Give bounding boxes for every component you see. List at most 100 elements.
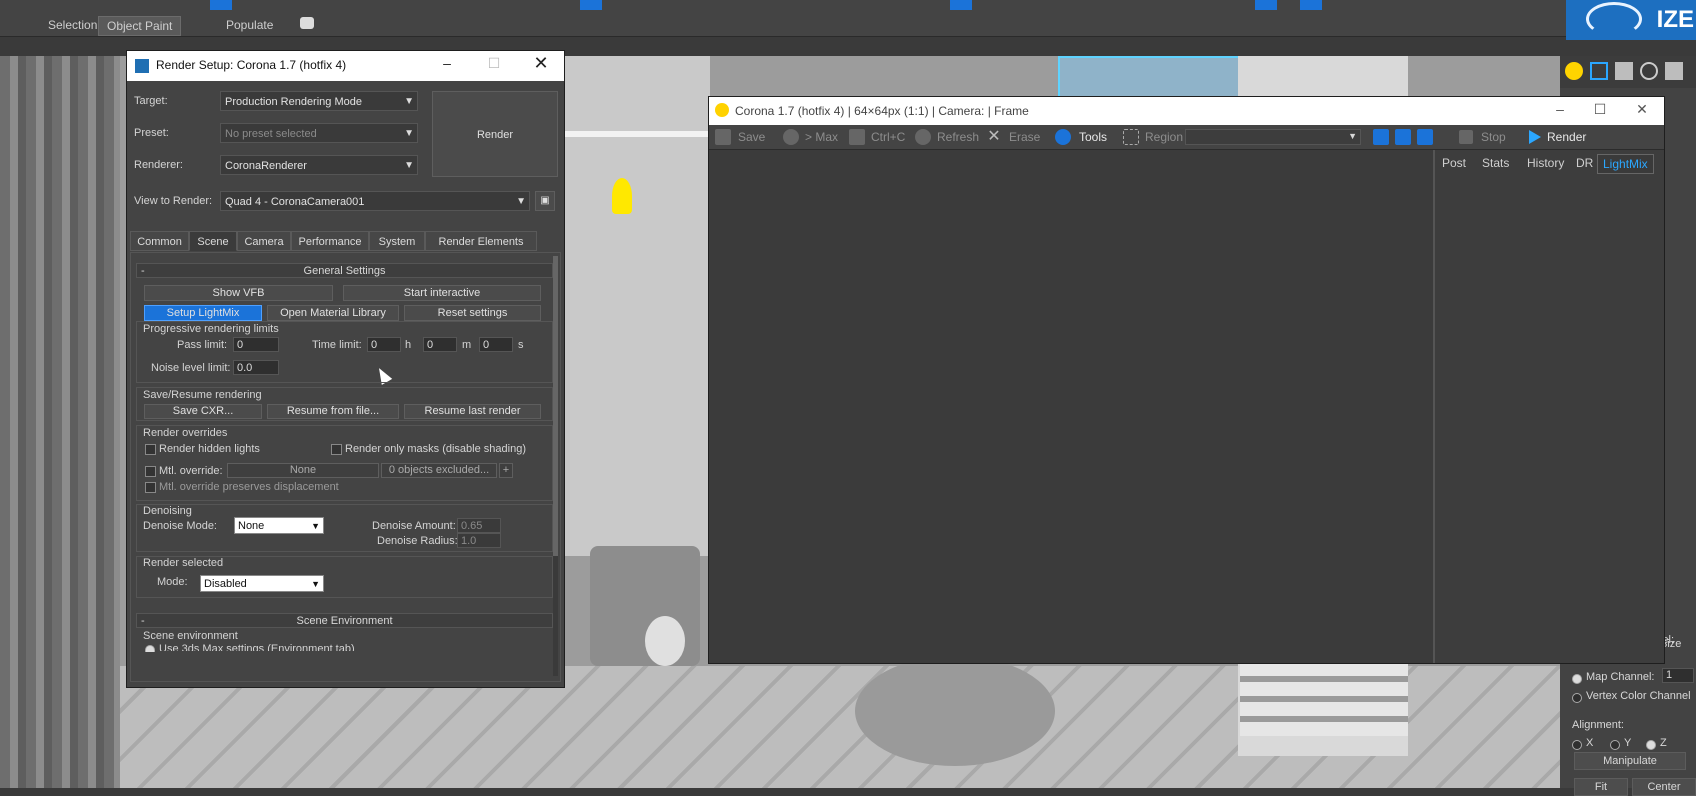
vfb-save-button[interactable]: Save — [738, 129, 765, 145]
target-select[interactable]: Production Rendering Mode ▼ — [220, 91, 418, 111]
vfb-titlebar[interactable]: Corona 1.7 (hotfix 4) | 64×64px (1:1) | … — [709, 97, 1664, 125]
vfb-stop-button[interactable]: Stop — [1481, 129, 1506, 145]
vfb-to-max-button[interactable]: > Max — [805, 129, 838, 145]
tab-system[interactable]: System — [369, 231, 425, 251]
vfb-render-canvas[interactable] — [709, 150, 1435, 663]
zoom-in-icon[interactable] — [1373, 129, 1389, 145]
noise-limit-input[interactable]: 0.0 — [233, 360, 279, 375]
vfb-tool-icon[interactable] — [1300, 0, 1322, 10]
minimize-icon[interactable]: – — [432, 55, 462, 71]
vfb-refresh-button[interactable]: Refresh — [937, 129, 979, 145]
save-cxr-button[interactable]: Save CXR... — [144, 404, 262, 419]
tab-camera[interactable]: Camera — [237, 231, 291, 251]
zoom-fit-icon[interactable] — [1417, 129, 1433, 145]
light-icon[interactable] — [1565, 62, 1583, 80]
vertex-color-radio[interactable] — [1572, 693, 1582, 703]
stop-icon — [1459, 130, 1473, 144]
vfb-tab-dr[interactable]: DR — [1571, 154, 1598, 172]
denoise-mode-label: Denoise Mode: — [143, 520, 217, 532]
preset-select[interactable]: No preset selected ▼ — [220, 123, 418, 143]
resume-last-button[interactable]: Resume last render — [404, 404, 541, 419]
pass-limit-input[interactable]: 0 — [233, 337, 279, 352]
tools-gear-icon — [1055, 129, 1071, 145]
ribbon-tab-populate[interactable]: Populate — [218, 16, 281, 34]
vfb-copy-button[interactable]: Ctrl+C — [871, 129, 905, 145]
ribbon-tab-object-paint[interactable]: Object Paint — [98, 16, 182, 36]
brand-logo: IZE — [1566, 0, 1696, 40]
minutes-input[interactable]: 0 — [423, 337, 457, 352]
denoise-mode-select[interactable]: None ▼ — [234, 517, 324, 534]
hierarchy-icon[interactable] — [1615, 62, 1633, 80]
chevron-down-icon: ▼ — [404, 160, 414, 171]
tab-render-elements[interactable]: Render Elements — [425, 231, 537, 251]
exclude-objects-button[interactable]: 0 objects excluded... — [381, 463, 497, 478]
vfb-tab-stats[interactable]: Stats — [1477, 154, 1514, 172]
renderer-select[interactable]: CoronaRenderer ▼ — [220, 155, 418, 175]
center-button[interactable]: Center — [1632, 778, 1696, 796]
tab-common[interactable]: Common — [130, 231, 189, 251]
fit-button[interactable]: Fit — [1574, 778, 1628, 796]
ribbon-tab-selection[interactable]: Selection — [40, 16, 105, 34]
general-settings-header[interactable]: - General Settings — [136, 263, 553, 278]
region-icon — [1123, 129, 1139, 145]
minimize-icon[interactable]: – — [1545, 101, 1575, 117]
resume-file-button[interactable]: Resume from file... — [267, 404, 399, 419]
align-y-radio[interactable] — [1610, 740, 1620, 750]
preserves-displacement-checkbox[interactable] — [145, 482, 156, 493]
vfb-tools-button[interactable]: Tools — [1079, 129, 1107, 145]
reset-settings-button[interactable]: Reset settings — [404, 305, 541, 321]
close-icon[interactable]: ✕ — [1627, 101, 1657, 118]
vfb-tab-lightmix[interactable]: LightMix — [1597, 154, 1654, 174]
scrollbar-thumb[interactable] — [553, 256, 558, 556]
mtl-override-slot[interactable]: None — [227, 463, 379, 478]
align-x-radio[interactable] — [1572, 740, 1582, 750]
vfb-region-button[interactable]: Region — [1145, 129, 1183, 145]
hidden-lights-checkbox[interactable] — [145, 444, 156, 455]
plus-icon[interactable]: + — [499, 463, 513, 478]
open-material-library-button[interactable]: Open Material Library — [267, 305, 399, 321]
progressive-title: Progressive rendering limits — [143, 323, 279, 335]
maximize-icon[interactable]: ☐ — [1585, 101, 1615, 118]
vfb-render-button[interactable]: Render — [1547, 129, 1586, 145]
seconds-input[interactable]: 0 — [479, 337, 513, 352]
vfb-tab-history[interactable]: History — [1522, 154, 1569, 172]
denoise-amount-input[interactable]: 0.65 — [457, 518, 501, 533]
render-button[interactable]: Render — [432, 91, 558, 177]
view-to-render-select[interactable]: Quad 4 - CoronaCamera001 ▼ — [220, 191, 530, 211]
mtl-override-checkbox[interactable] — [145, 466, 156, 477]
map-channel-input[interactable]: 1 — [1662, 668, 1694, 683]
close-icon[interactable]: ✕ — [526, 53, 556, 74]
tab-performance[interactable]: Performance — [291, 231, 369, 251]
map-channel-radio[interactable] — [1572, 674, 1582, 684]
select-tool-icon[interactable] — [210, 0, 232, 10]
shape-icon[interactable] — [1590, 62, 1608, 80]
snap-tool-icon[interactable] — [580, 0, 602, 10]
start-interactive-button[interactable]: Start interactive — [343, 285, 541, 301]
render-setup-titlebar[interactable]: Render Setup: Corona 1.7 (hotfix 4) – ☐ … — [127, 51, 564, 81]
utilities-icon[interactable] — [1665, 62, 1683, 80]
denoise-radius-input[interactable]: 1.0 — [457, 533, 501, 548]
motion-icon[interactable] — [1640, 62, 1658, 80]
corona-tool-icon[interactable] — [1255, 0, 1277, 10]
scene-environment-header[interactable]: - Scene Environment — [136, 613, 553, 628]
manipulate-button[interactable]: Manipulate — [1574, 752, 1686, 770]
hours-input[interactable]: 0 — [367, 337, 401, 352]
render-tool-icon[interactable] — [950, 0, 972, 10]
align-z-radio[interactable] — [1646, 740, 1656, 750]
vfb-tab-post[interactable]: Post — [1437, 154, 1471, 172]
maximize-icon[interactable]: ☐ — [479, 55, 509, 72]
minutes-unit: m — [462, 339, 472, 351]
render-selected-mode-select[interactable]: Disabled ▼ — [200, 575, 324, 592]
setup-lightmix-button[interactable]: Setup LightMix — [144, 305, 262, 321]
show-vfb-button[interactable]: Show VFB — [144, 285, 333, 301]
only-masks-checkbox[interactable] — [331, 444, 342, 455]
tab-scene[interactable]: Scene — [189, 231, 237, 251]
toolbar-dropdown-icon[interactable] — [300, 17, 314, 29]
scrollbar[interactable] — [553, 256, 558, 676]
seconds-unit: s — [518, 339, 524, 351]
lock-icon[interactable]: ▣ — [535, 191, 555, 211]
vfb-channel-select[interactable]: ▼ — [1185, 129, 1361, 145]
vfb-erase-button[interactable]: Erase — [1009, 129, 1040, 145]
use-max-settings-radio[interactable] — [145, 645, 155, 652]
zoom-out-icon[interactable] — [1395, 129, 1411, 145]
